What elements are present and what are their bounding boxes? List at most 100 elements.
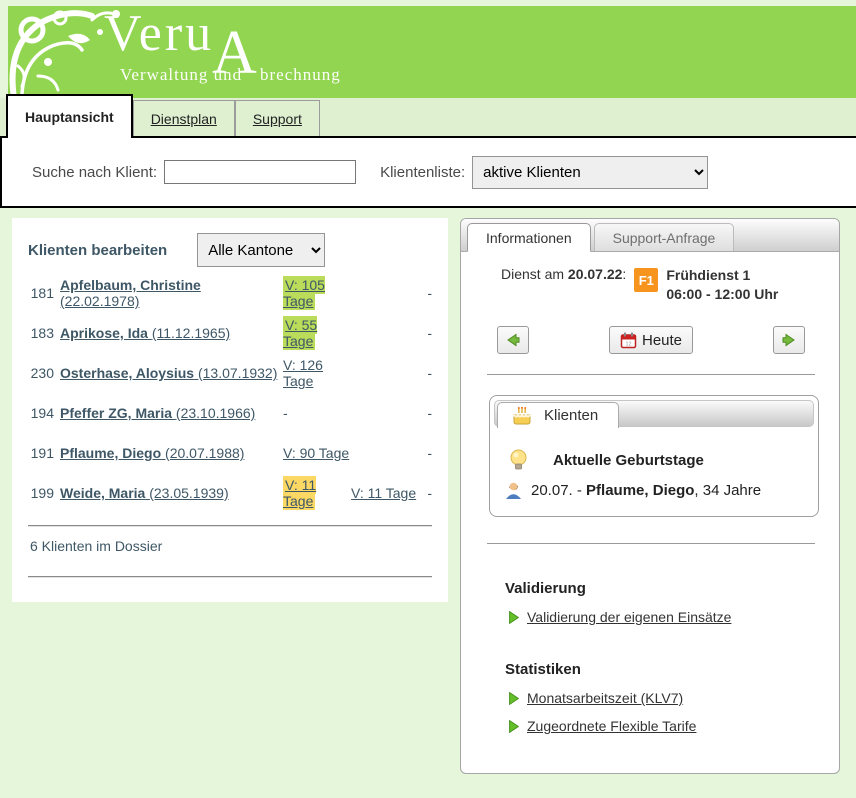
previous-day-button[interactable] [497,326,529,354]
info-panel-tabs: Informationen Support-Anfrage [461,219,839,252]
vacation-days-link[interactable]: V: 11 Tage [283,476,316,510]
main-nav-tab-support[interactable]: Support [235,100,320,136]
client-name-link[interactable]: Weide, Maria (23.05.1939) [60,485,229,501]
client-name-link[interactable]: Pflaume, Diego (20.07.1988) [60,445,244,461]
calendar-icon: 12 [620,332,637,349]
green-triangle-bullet-icon [509,720,519,733]
client-count-text: 6 Klienten im Dossier [28,527,432,564]
vacation-days-cell-1: V: 126 Tage [283,357,351,389]
birthday-cake-icon [512,407,532,425]
client-name-cell: Apfelbaum, Christine (22.02.1978) [60,277,283,309]
shift-name: Frühdienst 1 [666,266,778,285]
client-birthdate: (20.07.1988) [165,445,244,461]
klientenliste-select[interactable]: aktive Klienten [472,156,708,189]
vacation-days-cell-1: V: 55 Tage [283,317,351,349]
client-name-cell: Pfeffer ZG, Maria (23.10.1966) [60,405,283,421]
client-id: 194 [28,405,54,421]
vacation-days-link-2[interactable]: V: 11 Tage [351,485,416,501]
today-button[interactable]: 12 Heute [609,326,693,354]
lightbulb-icon [508,449,529,471]
section-link[interactable]: Validierung der eigenen Einsätze [527,609,731,625]
client-name: Pfeffer ZG, Maria [60,405,172,421]
next-day-button[interactable] [773,326,805,354]
client-name-cell: Pflaume, Diego (20.07.1988) [60,445,283,461]
client-name-cell: Weide, Maria (23.05.1939) [60,485,283,501]
birthday-date: 20.07. - [531,482,586,499]
vacation-days-cell-1: - [283,405,351,421]
duty-prefix: Dienst am [501,266,568,282]
dash-cell: - [420,285,432,301]
vacation-days-cell-2: V: 11 Tage [351,485,420,501]
vacation-days-link[interactable]: V: 90 Tage [283,445,349,461]
klienten-box: Klienten Aktuelle Geburtstage [489,395,819,517]
client-name: Weide, Maria [60,485,145,501]
date-navigation: 12 Heute [485,326,817,354]
client-name-link[interactable]: Aprikose, Ida (11.12.1965) [60,325,230,341]
info-panel-tab-label: Support-Anfrage [613,230,716,246]
client-id: 181 [28,285,54,301]
vacation-days-link[interactable]: V: 105 Tage [283,276,325,310]
klientenliste-label: Klientenliste: [380,164,465,181]
section-link[interactable]: Monatsarbeitszeit (KLV7) [527,690,683,706]
client-name: Apfelbaum, Christine [60,277,201,293]
client-name-cell: Aprikose, Ida (11.12.1965) [60,325,283,341]
vacation-days-link[interactable]: V: 126 Tage [283,357,323,389]
arrow-left-icon [505,332,521,348]
main-nav-tab-label: Support [253,111,302,127]
today-button-label: Heute [642,332,682,349]
dash-cell: - [420,405,432,421]
dash-cell: - [420,445,432,461]
info-panel-tab-support-anfrage[interactable]: Support-Anfrage [594,223,735,251]
search-input[interactable] [164,160,356,184]
duty-date: 20.07.22 [568,266,623,282]
main-nav-tab-label: Hauptansicht [25,109,114,125]
table-row: 230 Osterhase, Aloysius (13.07.1932) V: … [28,353,432,393]
search-panel: Suche nach Klient: Klientenliste: aktive… [0,136,856,208]
svg-text:12: 12 [625,341,631,347]
klienten-box-header: Klienten [494,400,814,427]
client-list: 181 Apfelbaum, Christine (22.02.1978) V:… [28,273,432,513]
logo-tagline-right: brechnung [260,65,341,85]
shift-badge: F1 [634,268,658,292]
search-label: Suche nach Klient: [32,164,157,181]
birthday-entry: 20.07. - Pflaume, Diego, 34 Jahre [531,482,761,499]
info-section: Statistiken Monatsarbeitszeit (KLV7) Zug… [505,661,817,734]
info-sections: Validierung Validierung der eigenen Eins… [485,580,817,734]
section-links: Monatsarbeitszeit (KLV7) Zugeordnete Fle… [505,690,817,734]
client-name-link[interactable]: Pfeffer ZG, Maria (23.10.1966) [60,405,255,421]
logo-tagline-left: Verwaltung und [120,65,242,85]
main-nav-tab-hauptansicht[interactable]: Hauptansicht [6,94,133,138]
client-name: Pflaume, Diego [60,445,161,461]
birthday-age: , 34 Jahre [694,482,761,499]
table-row: 194 Pfeffer ZG, Maria (23.10.1966) - - [28,393,432,433]
info-panel-tab-label: Informationen [486,230,572,246]
canton-filter-select[interactable]: Alle Kantone [197,233,325,267]
main-content: Klienten bearbeiten Alle Kantone 181 Apf… [0,208,856,774]
klienten-box-tab[interactable]: Klienten [497,402,619,428]
section-link[interactable]: Zugeordnete Flexible Tarife [527,718,696,734]
birthday-name: Pflaume, Diego [586,482,694,499]
client-id: 191 [28,445,54,461]
client-birthdate: (23.10.1966) [176,405,255,421]
client-name: Osterhase, Aloysius [60,365,194,381]
section-link-row: Monatsarbeitszeit (KLV7) [509,690,817,706]
client-name-cell: Osterhase, Aloysius (13.07.1932) [60,365,283,381]
vacation-days-link[interactable]: V: 55 Tage [283,316,317,350]
duty-colon: : [622,266,626,282]
table-row: 191 Pflaume, Diego (20.07.1988) V: 90 Ta… [28,433,432,473]
client-name-link[interactable]: Osterhase, Aloysius (13.07.1932) [60,365,277,381]
arrow-right-icon [781,332,797,348]
section-link-row: Zugeordnete Flexible Tarife [509,718,817,734]
logo-text-main: Veru [104,8,214,60]
vacation-days-cell-1: V: 90 Tage [283,445,351,461]
info-panel-tab-informationen[interactable]: Informationen [467,223,591,252]
section-links: Validierung der eigenen Einsätze [505,609,817,625]
app-header: Veru A Verwaltung und brechnung [8,6,856,98]
client-birthdate: (11.12.1965) [152,325,230,341]
client-birthdate: (13.07.1932) [198,365,277,381]
divider [487,543,815,544]
clients-panel-title: Klienten bearbeiten [28,242,167,259]
main-nav-tab-dienstplan[interactable]: Dienstplan [133,100,235,136]
main-nav-tabs: Hauptansicht Dienstplan Support [0,98,856,136]
client-name-link[interactable]: Apfelbaum, Christine (22.02.1978) [60,277,201,309]
